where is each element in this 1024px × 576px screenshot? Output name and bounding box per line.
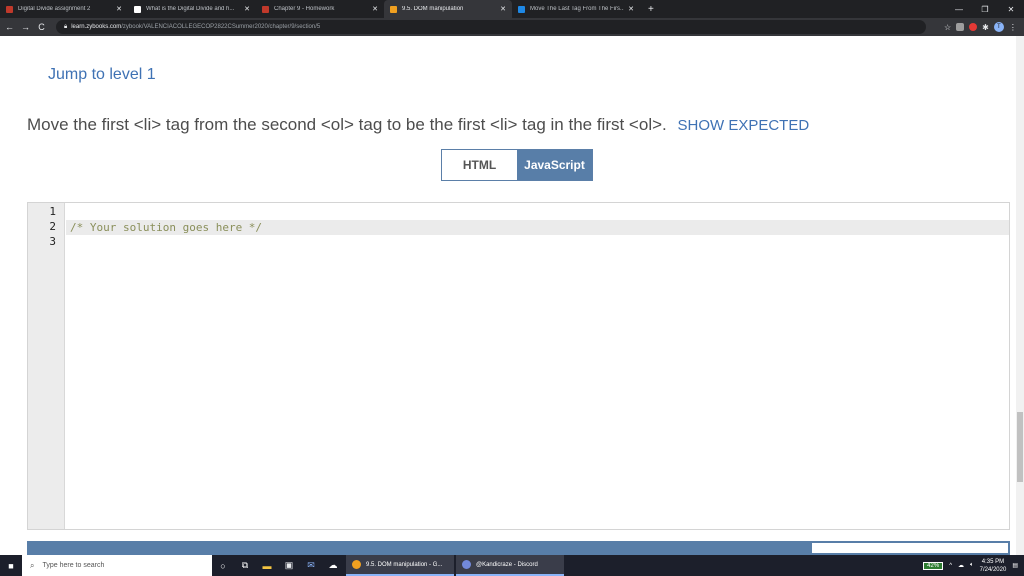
browser-tab-active[interactable]: 9.5. DOM manipulation ✕ xyxy=(384,0,512,18)
close-icon[interactable]: ✕ xyxy=(116,5,122,13)
url-host: learn.zybooks.com xyxy=(71,24,122,30)
windows-start-icon[interactable]: ■ xyxy=(0,561,22,571)
search-icon: ⌕ xyxy=(30,560,35,570)
scrollbar-thumb[interactable] xyxy=(1017,412,1023,482)
tab-favicon xyxy=(390,5,397,13)
taskbar-window-label: 9.5. DOM manipulation - G... xyxy=(366,561,443,568)
tab-favicon xyxy=(134,5,141,13)
show-expected-button[interactable]: SHOW EXPECTED xyxy=(677,117,809,134)
browser-tab-strip: Digital Divide assignment 2 ✕ What is th… xyxy=(0,0,1024,18)
discord-icon xyxy=(462,560,471,569)
taskbar-window-chrome[interactable]: 9.5. DOM manipulation - G... xyxy=(346,555,454,576)
chrome-icon xyxy=(352,560,361,569)
tab-favicon xyxy=(518,5,525,13)
browser-tab[interactable]: Move The Last Tag From The Firs... ✕ xyxy=(512,0,640,18)
file-explorer-icon[interactable]: ▬ xyxy=(256,555,278,576)
clock[interactable]: 4:35 PM 7/24/2020 xyxy=(980,558,1007,574)
taskbar-search[interactable]: ⌕ Type here to search xyxy=(22,555,212,576)
tab-label: Chapter 9 - Homework xyxy=(274,6,335,12)
menu-icon[interactable]: ⋮ xyxy=(1009,23,1017,32)
instruction-label: Move the first <li> tag from the second … xyxy=(27,115,667,134)
clock-date: 7/24/2020 xyxy=(979,566,1007,573)
extension-icon[interactable] xyxy=(956,23,965,31)
extension-icons: ☆ ✱ T ⋮ xyxy=(944,22,1017,32)
window-controls: — ❐ ✕ xyxy=(946,0,1024,18)
cortana-icon[interactable]: ○ xyxy=(212,555,234,576)
url-path: /zybook/VALENCIACOLLEGECOP2822CSummer202… xyxy=(121,24,321,30)
clock-time: 4:35 PM xyxy=(981,558,1005,565)
tab-label: What is the Digital Divide and h... xyxy=(146,6,235,12)
line-number-gutter: 1 2 3 xyxy=(28,203,65,529)
lock-icon: 🔒︎ xyxy=(64,23,68,30)
address-bar[interactable]: 🔒︎ learn.zybooks.com /zybook/VALENCIACOL… xyxy=(56,20,926,34)
close-icon[interactable]: ✕ xyxy=(628,5,634,13)
profile-avatar[interactable]: T xyxy=(993,22,1004,32)
instruction-text: Move the first <li> tag from the second … xyxy=(27,115,809,135)
network-icon[interactable]: ☁ xyxy=(958,562,964,569)
notifications-icon[interactable]: ▤ xyxy=(1012,562,1018,569)
close-icon[interactable]: ✕ xyxy=(372,5,378,13)
reload-button[interactable]: C xyxy=(35,22,48,32)
task-view-icon[interactable]: ⧉ xyxy=(234,555,256,576)
new-tab-button[interactable]: + xyxy=(648,4,654,15)
line-number: 1 xyxy=(49,205,56,218)
chevron-up-icon[interactable]: ^ xyxy=(949,563,952,569)
taskbar-window-discord[interactable]: @Kandicraze - Discord xyxy=(456,555,564,576)
line-number: 2 xyxy=(49,220,56,233)
browser-tab[interactable]: What is the Digital Divide and h... ✕ xyxy=(128,0,256,18)
language-tabs: HTML JavaScript xyxy=(441,149,593,181)
search-placeholder: Type here to search xyxy=(42,562,105,569)
taskbar-window-label: @Kandicraze - Discord xyxy=(476,561,538,568)
battery-indicator[interactable]: 42% xyxy=(923,561,944,570)
maximize-button[interactable]: ❐ xyxy=(972,5,998,14)
star-icon[interactable]: ☆ xyxy=(944,23,951,32)
tab-label: 9.5. DOM manipulation xyxy=(402,6,464,12)
close-icon[interactable]: ✕ xyxy=(244,5,250,13)
submission-bar xyxy=(27,541,1010,555)
tab-favicon xyxy=(6,5,13,13)
tab-favicon xyxy=(262,5,269,13)
tab-javascript[interactable]: JavaScript xyxy=(517,150,592,180)
close-window-button[interactable]: ✕ xyxy=(998,5,1024,14)
tab-html[interactable]: HTML xyxy=(442,150,517,180)
volume-icon[interactable]: 🔈︎ xyxy=(970,562,974,569)
store-icon[interactable]: ▣ xyxy=(278,555,300,576)
submission-bar-end xyxy=(810,541,1010,555)
close-icon[interactable]: ✕ xyxy=(500,5,506,13)
tab-label: Digital Divide assignment 2 xyxy=(18,6,91,12)
back-button[interactable]: ← xyxy=(3,22,16,32)
forward-button[interactable]: → xyxy=(19,22,32,32)
line-number: 3 xyxy=(49,235,56,248)
extension-icon[interactable] xyxy=(969,23,978,31)
code-editor[interactable]: 1 2 3 /* Your solution goes here */ xyxy=(27,202,1010,530)
browser-toolbar: ← → C 🔒︎ learn.zybooks.com /zybook/VALEN… xyxy=(0,18,1024,36)
mail-icon[interactable]: ✉ xyxy=(300,555,322,576)
taskbar: ■ ⌕ Type here to search ○ ⧉ ▬ ▣ ✉ ☁ 9.5.… xyxy=(0,555,1024,576)
onedrive-icon[interactable]: ☁ xyxy=(322,555,344,576)
browser-tab[interactable]: Digital Divide assignment 2 ✕ xyxy=(0,0,128,18)
minimize-button[interactable]: — xyxy=(946,5,972,14)
system-tray: 42% ^ ☁ 🔈︎ 4:35 PM 7/24/2020 ▤ xyxy=(923,555,1024,576)
page-scrollbar[interactable] xyxy=(1016,36,1024,556)
browser-tab[interactable]: Chapter 9 - Homework ✕ xyxy=(256,0,384,18)
puzzle-icon[interactable]: ✱ xyxy=(982,23,989,32)
jump-to-level-link[interactable]: Jump to level 1 xyxy=(48,66,156,84)
tab-label: Move The Last Tag From The Firs... xyxy=(530,6,625,12)
code-line[interactable]: /* Your solution goes here */ xyxy=(70,220,262,235)
